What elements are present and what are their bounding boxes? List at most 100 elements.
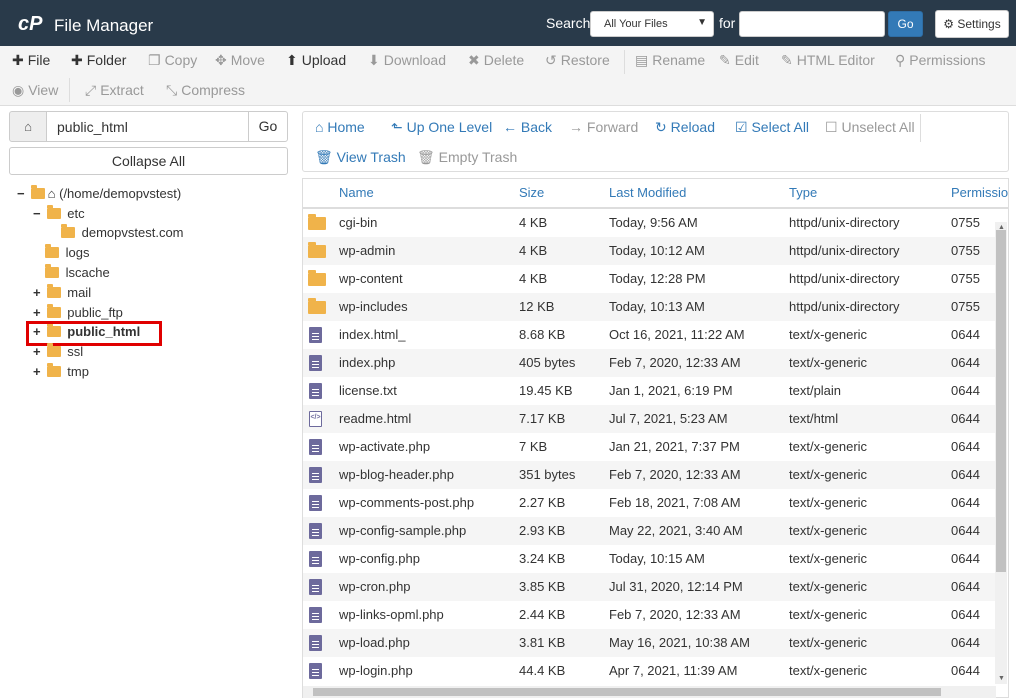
collapse-toggle[interactable]: − [33, 204, 43, 224]
delete-button[interactable]: ✖ Delete [468, 52, 524, 69]
rename-button[interactable]: ▤ Rename [635, 52, 705, 69]
compress-button[interactable]: ⤡ Compress [166, 82, 245, 99]
search-scope-select[interactable]: All Your Files ▼ [590, 11, 714, 37]
back-button[interactable]: ← Back [503, 119, 552, 135]
tree-item-mail[interactable]: + mail [33, 283, 91, 303]
path-go-button[interactable]: Go [248, 111, 288, 142]
file-icon [309, 355, 322, 371]
new-file-button[interactable]: ✚ File [12, 52, 50, 69]
tree-item-demopvstest-com[interactable]: demopvstest.com [61, 223, 184, 243]
file-modified: Feb 7, 2020, 12:33 AM [609, 467, 741, 482]
home-path-button[interactable]: ⌂ [9, 111, 47, 142]
select-all-button[interactable]: ☑ Select All [735, 119, 809, 136]
reload-icon: ↻ [655, 119, 667, 135]
tree-item-label: mail [67, 285, 92, 300]
file-icon [309, 327, 322, 343]
copy-icon: ❐ [148, 52, 161, 68]
table-row[interactable]: wp-comments-post.php 2.27 KB Feb 18, 2021,… [303, 489, 996, 517]
tree-item-public-ftp[interactable]: + public_ftp [33, 303, 123, 323]
home-nav-button[interactable]: ⌂ Home [315, 119, 365, 135]
table-row[interactable]: wp-config.php 3.24 KB Today, 10:15 AM text/… [303, 545, 996, 573]
extract-button[interactable]: ⤢ Extract [85, 82, 144, 99]
up-one-level-button[interactable]: ⬑ Up One Level [391, 119, 492, 136]
expand-toggle[interactable]: + [33, 342, 43, 362]
horizontal-scrollbar[interactable] [303, 686, 996, 698]
file-modified: Today, 10:15 AM [609, 551, 705, 566]
settings-button[interactable]: ⚙ Settings [935, 10, 1009, 38]
column-header-permissions[interactable]: Permissions [951, 179, 1008, 209]
reload-button[interactable]: ↻ Reload [655, 119, 715, 136]
edit-button[interactable]: ✎ Edit [719, 52, 759, 69]
table-row[interactable]: wp-blog-header.php 351 bytes Feb 7, 2020, … [303, 461, 996, 489]
tree-item-logs[interactable]: logs [45, 243, 89, 263]
table-row[interactable]: wp-includes 12 KB Today, 10:13 AM httpd/uni… [303, 293, 996, 321]
collapse-all-button[interactable]: Collapse All [9, 147, 288, 175]
vertical-scrollbar[interactable] [995, 222, 1007, 684]
expand-toggle[interactable]: + [33, 303, 43, 323]
empty-trash-button[interactable]: 🗑 Empty Trash [417, 149, 517, 166]
toolbar-label: Extract [100, 82, 144, 98]
file-size: 2.44 KB [519, 607, 566, 622]
table-row[interactable]: wp-links-opml.php 2.44 KB Feb 7, 2020, 12:… [303, 601, 996, 629]
file-type: httpd/unix-directory [789, 215, 900, 230]
table-row[interactable]: wp-content 4 KB Today, 12:28 PM httpd/unix-… [303, 265, 996, 293]
move-button[interactable]: ✥ Move [215, 52, 265, 69]
file-modified: Oct 16, 2021, 11:22 AM [609, 327, 745, 342]
expand-toggle[interactable]: + [33, 362, 43, 382]
toolbar-label: Permissions [909, 52, 986, 68]
tree-item-lscache[interactable]: lscache [45, 263, 110, 283]
tree-item-label: tmp [67, 364, 89, 379]
restore-button[interactable]: ↺ Restore [545, 52, 610, 69]
restore-icon: ↺ [545, 52, 557, 68]
download-button[interactable]: ⬇ Download [368, 52, 446, 69]
table-row[interactable]: wp-login.php 44.4 KB Apr 7, 2021, 11:39 AM… [303, 657, 996, 685]
file-icon [309, 551, 322, 567]
forward-button[interactable]: → Forward [569, 119, 638, 135]
search-input[interactable] [739, 11, 885, 37]
table-row[interactable]: index.html_ 8.68 KB Oct 16, 2021, 11:22 AM… [303, 321, 996, 349]
search-go-button[interactable]: Go [888, 11, 923, 37]
column-header-size[interactable]: Size [519, 179, 544, 209]
scroll-up-icon[interactable]: ▲ [998, 224, 1005, 231]
table-row[interactable]: index.php 405 bytes Feb 7, 2020, 12:33 AM t… [303, 349, 996, 377]
table-row[interactable]: license.txt 19.45 KB Jan 1, 2021, 6:19 PM t… [303, 377, 996, 405]
file-type: text/x-generic [789, 523, 868, 538]
column-header-type[interactable]: Type [789, 179, 817, 209]
scrollbar-thumb[interactable] [996, 230, 1006, 572]
tree-item-etc[interactable]: − etc [33, 204, 85, 224]
scroll-down-icon[interactable]: ▼ [998, 675, 1005, 682]
copy-button[interactable]: ❐ Copy [148, 52, 197, 69]
unselect-all-button[interactable]: ☐ Unselect All [825, 119, 915, 136]
table-row[interactable]: wp-admin 4 KB Today, 10:12 AM httpd/unix-di… [303, 237, 996, 265]
arrow-right-icon: → [569, 119, 583, 135]
file-icon [309, 383, 322, 399]
scrollbar-thumb[interactable] [313, 688, 941, 696]
column-header-last-modified[interactable]: Last Modified [609, 179, 686, 209]
tree-item-home[interactable]: − ⌂ (/home/demopvstest) [17, 184, 181, 204]
expand-toggle[interactable]: + [33, 283, 43, 303]
html-editor-button[interactable]: ✎ HTML Editor [781, 52, 875, 69]
permissions-button[interactable]: ⚲ Permissions [895, 52, 986, 69]
file-permissions: 0644 [951, 579, 980, 594]
file-permissions: 0644 [951, 327, 980, 342]
delete-icon: ✖ [468, 52, 480, 68]
table-row[interactable]: wp-activate.php 7 KB Jan 21, 2021, 7:37 PM… [303, 433, 996, 461]
file-name: cgi-bin [339, 215, 378, 230]
tree-item-tmp[interactable]: + tmp [33, 362, 89, 382]
new-folder-button[interactable]: ✚ Folder [71, 52, 126, 69]
tree-item-ssl[interactable]: + ssl [33, 342, 83, 362]
column-header-name[interactable]: Name [339, 179, 374, 209]
path-input[interactable]: public_html [46, 111, 249, 142]
table-row[interactable]: cgi-bin 4 KB Today, 9:56 AM httpd/unix-dire… [303, 209, 996, 237]
file-type: text/x-generic [789, 439, 868, 454]
table-row[interactable]: wp-cron.php 3.85 KB Jul 31, 2020, 12:14 PM… [303, 573, 996, 601]
table-row[interactable]: wp-load.php 3.81 KB May 16, 2021, 10:38 AM… [303, 629, 996, 657]
upload-button[interactable]: ⬆ Upload [286, 52, 346, 69]
cpanel-logo[interactable]: cP [18, 13, 42, 36]
collapse-toggle[interactable]: − [17, 184, 27, 204]
table-row[interactable]: </> readme.html 7.17 KB Jul 7, 2021, 5:23 A… [303, 405, 996, 433]
table-row[interactable]: wp-config-sample.php 2.93 KB May 22, 2021,… [303, 517, 996, 545]
view-trash-button[interactable]: 🗑 View Trash [315, 149, 406, 166]
view-button[interactable]: ◉ View [12, 82, 58, 99]
file-size: 4 KB [519, 243, 548, 258]
